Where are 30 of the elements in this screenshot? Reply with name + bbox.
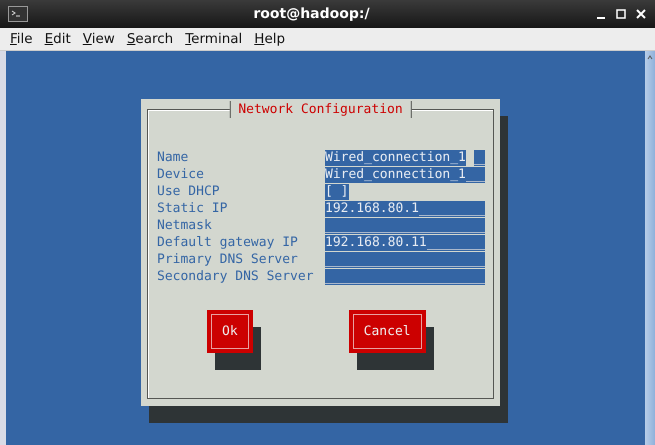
maximize-button[interactable] [615, 8, 627, 20]
menu-item[interactable]: View [76, 31, 121, 47]
dialog-title: Network Configuration [229, 101, 412, 118]
input-field[interactable] [325, 269, 485, 285]
checkbox[interactable]: [ ] [325, 184, 349, 200]
field-label: Default gateway IP [157, 235, 299, 251]
field-label: Static IP [157, 201, 228, 217]
input-field[interactable] [325, 252, 485, 268]
menu-item[interactable]: Edit [38, 31, 77, 47]
field-label: Device [157, 167, 205, 183]
input-field[interactable]: Wired_connection_1 [325, 167, 485, 183]
input-field[interactable]: 192.168.80.11 [325, 235, 485, 251]
field-label: Use DHCP [157, 184, 221, 200]
field-label: Netmask [157, 218, 213, 234]
input-field[interactable] [325, 218, 485, 234]
field-label: Primary DNS Server [157, 252, 299, 268]
menu-item[interactable]: Search [120, 31, 180, 47]
menu-item[interactable]: File [4, 31, 39, 47]
dialog-button[interactable]: Ok [207, 310, 253, 353]
field-label: Name [157, 150, 190, 166]
input-field[interactable]: 192.168.80.1 [325, 201, 485, 217]
terminal-icon [8, 6, 28, 22]
window-title: root@hadoop:/ [252, 6, 371, 22]
field-label: Secondary DNS Server [157, 269, 315, 285]
dialog-button[interactable]: Cancel [348, 310, 426, 353]
close-button[interactable] [635, 8, 647, 20]
menu-item[interactable]: Help [248, 31, 292, 47]
input-field[interactable]: Wired_connection_1 [325, 150, 485, 166]
scrollbar[interactable] [645, 51, 655, 445]
menu-item[interactable]: Terminal [179, 31, 248, 47]
